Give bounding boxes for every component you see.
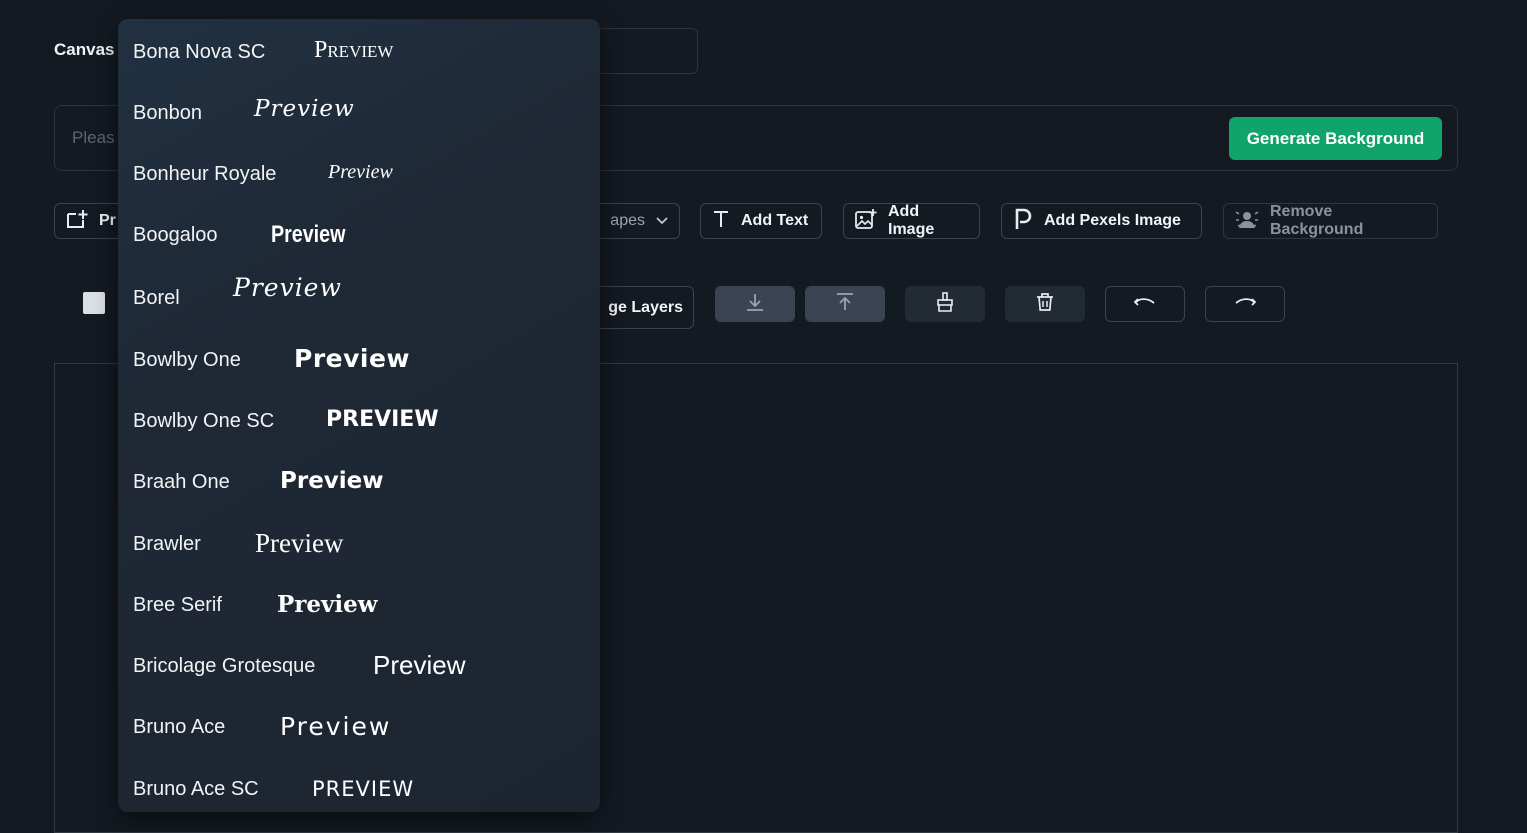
- font-option-name: Brawler: [133, 533, 201, 555]
- font-option-bricolage-grotesque[interactable]: Bricolage Grotesque Preview: [118, 633, 600, 694]
- font-option-preview: Preview: [373, 650, 466, 680]
- font-option-name: Bruno Ace: [133, 716, 226, 738]
- font-option-bruno-ace[interactable]: Bruno Ace Preview: [118, 694, 600, 755]
- add-image-label: Add Image: [888, 203, 935, 238]
- preset-label: Pr: [99, 212, 116, 229]
- add-text-button[interactable]: Add Text: [700, 203, 822, 239]
- font-option-preview: Preview: [277, 591, 378, 618]
- font-option-preview: Preview: [233, 273, 342, 302]
- delete-button[interactable]: [1005, 286, 1085, 322]
- font-option-name: Bree Serif: [133, 594, 222, 616]
- layers-label: ge Layers: [608, 298, 683, 316]
- font-option-bree-serif[interactable]: Bree Serif Preview: [118, 572, 600, 633]
- remove-background-button[interactable]: Remove Background: [1223, 203, 1438, 239]
- redo-button[interactable]: [1205, 286, 1285, 322]
- shapes-label: apes: [610, 212, 645, 229]
- font-option-boogaloo[interactable]: Boogaloo Preview: [118, 206, 600, 267]
- pexels-icon: [1012, 207, 1034, 236]
- font-option-preview: Preview: [280, 468, 384, 494]
- font-dropdown[interactable]: Bona Nova SC Preview Bonbon Preview Bonh…: [118, 19, 600, 812]
- font-option-name: Braah One: [133, 471, 230, 493]
- font-option-bruno-ace-sc[interactable]: Bruno Ace SC PREVIEW: [118, 755, 600, 812]
- font-option-preview: Preview: [255, 528, 344, 558]
- bring-forward-button[interactable]: [805, 286, 885, 322]
- font-option-bonheur-royale[interactable]: Bonheur Royale Preview: [118, 145, 600, 206]
- font-option-preview: Preview: [294, 344, 411, 373]
- chevron-down-icon: [655, 212, 669, 230]
- remove-background-icon: [1234, 208, 1260, 235]
- font-option-braah-one[interactable]: Braah One Preview: [118, 450, 600, 511]
- add-image-button[interactable]: Add Image: [843, 203, 980, 239]
- font-option-name: Bowlby One SC: [133, 410, 275, 432]
- font-option-bowlby-one-sc[interactable]: Bowlby One SC PREVIEW: [118, 389, 600, 450]
- font-option-name: Boogaloo: [133, 224, 218, 246]
- font-option-preview: Preview: [314, 37, 394, 63]
- font-option-preview: PREVIEW: [312, 777, 415, 801]
- remove-background-label: Remove Background: [1270, 203, 1364, 238]
- add-pexels-image-button[interactable]: Add Pexels Image: [1001, 203, 1202, 239]
- font-option-preview: Preview: [271, 221, 346, 248]
- move-down-icon: [744, 291, 766, 318]
- undo-button[interactable]: [1105, 286, 1185, 322]
- add-pexels-image-label: Add Pexels Image: [1044, 212, 1181, 229]
- undo-icon: [1133, 293, 1157, 316]
- font-option-name: Bowlby One: [133, 349, 241, 371]
- brush-icon: [934, 291, 956, 318]
- font-option-preview: Preview: [280, 712, 392, 741]
- color-swatch[interactable]: [83, 292, 105, 314]
- font-option-preview: Preview: [328, 161, 393, 183]
- font-option-preview: Preview: [254, 96, 355, 122]
- font-option-name: Bruno Ace SC: [133, 778, 259, 800]
- font-option-name: Bonheur Royale: [133, 163, 277, 185]
- font-option-name: Bonbon: [133, 102, 202, 124]
- font-option-name: Borel: [133, 287, 180, 309]
- font-option-name: Bona Nova SC: [133, 41, 266, 63]
- prompt-placeholder: Pleas: [72, 128, 115, 147]
- send-backward-button[interactable]: [715, 286, 795, 322]
- move-up-icon: [834, 291, 856, 318]
- text-icon: [711, 209, 731, 234]
- trash-icon: [1034, 291, 1056, 318]
- canvas-label: Canvas: [54, 40, 115, 59]
- font-option-preview: PREVIEW: [326, 407, 439, 432]
- clear-button[interactable]: [905, 286, 985, 322]
- font-option-bona-nova-sc[interactable]: Bona Nova SC Preview: [118, 23, 600, 84]
- font-option-borel[interactable]: Borel Preview: [118, 267, 600, 328]
- add-text-label: Add Text: [741, 212, 809, 229]
- font-option-name: Bricolage Grotesque: [133, 655, 316, 677]
- font-option-brawler[interactable]: Brawler Preview: [118, 511, 600, 572]
- font-option-bowlby-one[interactable]: Bowlby One Preview: [118, 328, 600, 389]
- font-option-bonbon[interactable]: Bonbon Preview: [118, 84, 600, 145]
- generate-background-button[interactable]: Generate Background: [1229, 117, 1442, 160]
- redo-icon: [1233, 293, 1257, 316]
- image-add-icon: [854, 208, 878, 235]
- add-frame-icon: [65, 208, 89, 235]
